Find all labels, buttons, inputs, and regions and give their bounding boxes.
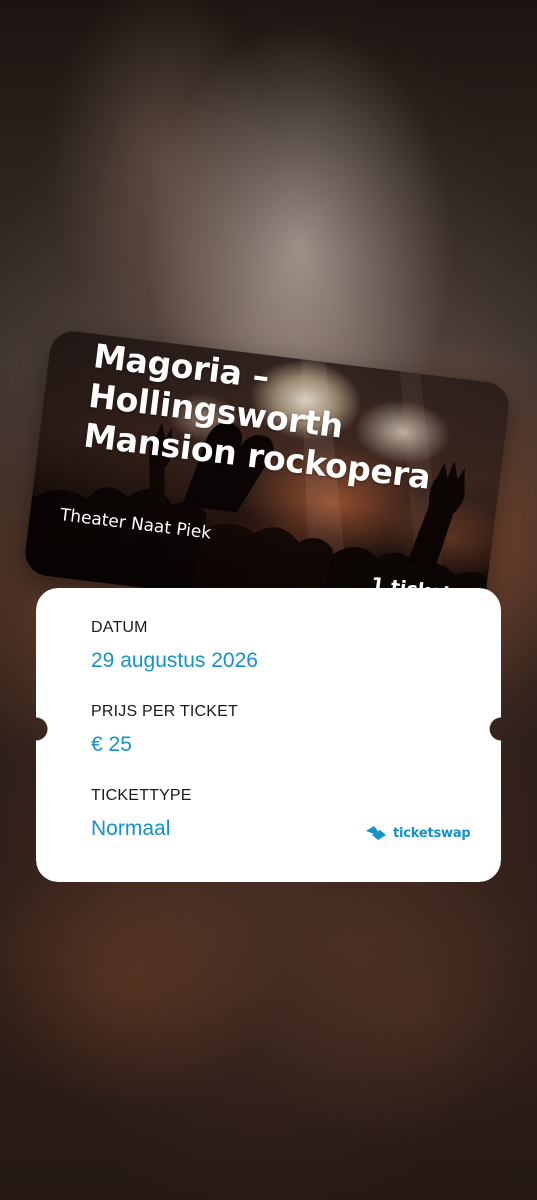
- price-label: PRIJS PER TICKET: [91, 703, 238, 720]
- date-value: 29 augustus 2026: [91, 649, 258, 672]
- ticket-type-label: TICKETTYPE: [91, 787, 192, 804]
- ticketswap-logo-icon: [366, 826, 386, 840]
- price-value: € 25: [91, 733, 132, 756]
- ticket-type-value: Normaal: [91, 817, 171, 840]
- ticketswap-brand: ticketswap: [364, 824, 471, 842]
- ticket-details-card: DATUM 29 augustus 2026 PRIJS PER TICKET …: [36, 588, 501, 882]
- date-label: DATUM: [91, 619, 148, 636]
- ticketswap-wordmark: ticketswap: [393, 825, 471, 841]
